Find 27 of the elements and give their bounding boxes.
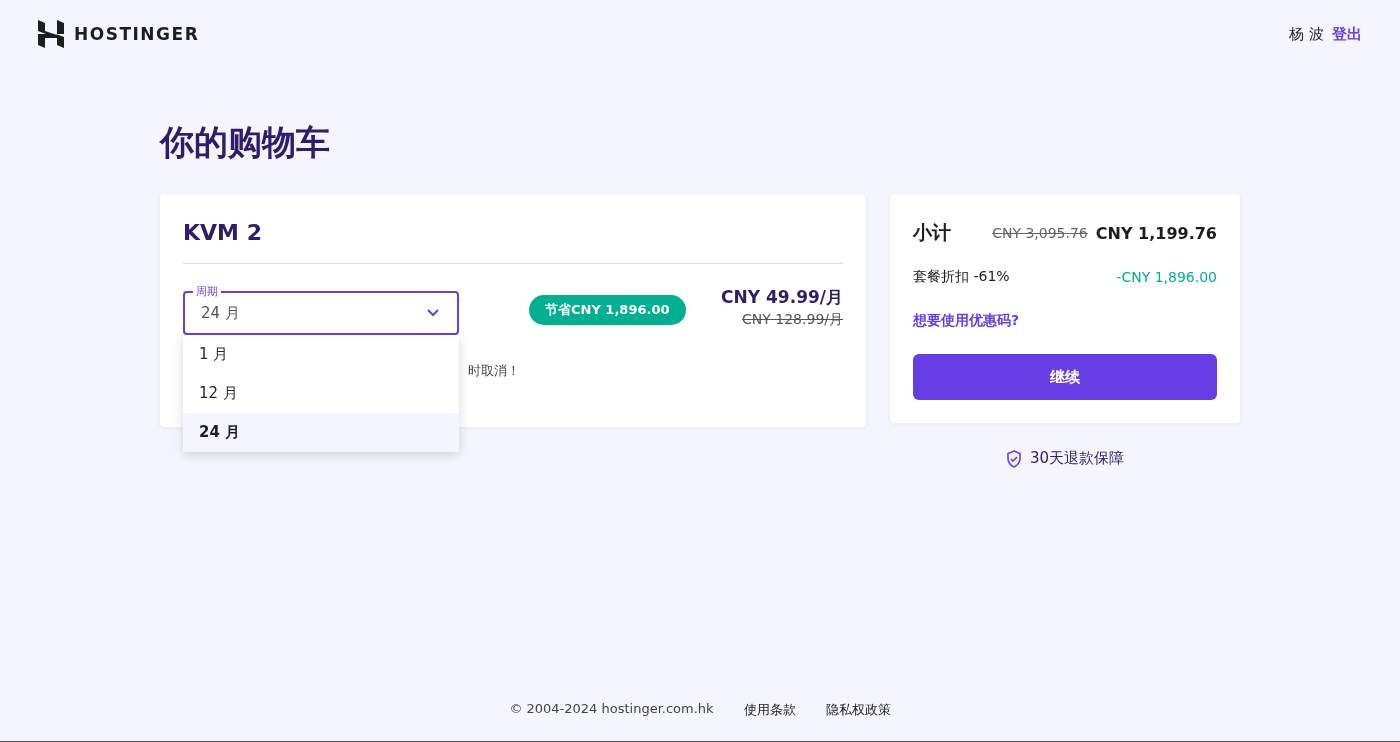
product-name: KVM 2 [183, 220, 843, 264]
cancel-note: 时取消！ [468, 362, 520, 380]
continue-button[interactable]: 继续 [913, 354, 1217, 400]
brand-name: HOSTINGER [74, 24, 200, 44]
discount-value: -CNY 1,896.00 [1116, 269, 1217, 285]
price: CNY 49.99/月 [721, 286, 843, 309]
subtotal-old-price: CNY 3,095.76 [992, 225, 1088, 241]
logout-link[interactable]: 登出 [1332, 24, 1362, 44]
coupon-link[interactable]: 想要使用优惠码? [913, 312, 1217, 330]
footer-link[interactable]: 隐私权政策 [825, 701, 891, 719]
period-select[interactable]: 周期 24 月 [183, 286, 459, 335]
subtotal-price: CNY 1,199.76 [1095, 223, 1217, 243]
period-option[interactable]: 1 月 [183, 335, 459, 374]
guarantee-text: 30天退款保障 [1029, 449, 1125, 468]
period-option[interactable]: 24 月 [183, 413, 459, 452]
user-name: 杨 波 [1289, 24, 1324, 44]
discount-label: 套餐折扣 -61% [913, 268, 1010, 286]
period-option[interactable]: 12 月 [183, 374, 459, 413]
old-price: CNY 128.99/月 [742, 311, 843, 329]
chevron-icon [427, 309, 439, 317]
copyright-text: © 2004-2024 hostinger.com.hk [509, 701, 714, 718]
savings-badge: 节省CNY 1,896.00 [529, 295, 686, 325]
shield-check-icon [1005, 449, 1022, 468]
logo-icon [38, 20, 64, 48]
subtotal-label: 小计 [913, 220, 951, 245]
page-title: 你的购物车 [160, 121, 331, 164]
footer-link[interactable]: 使用条款 [743, 701, 796, 719]
